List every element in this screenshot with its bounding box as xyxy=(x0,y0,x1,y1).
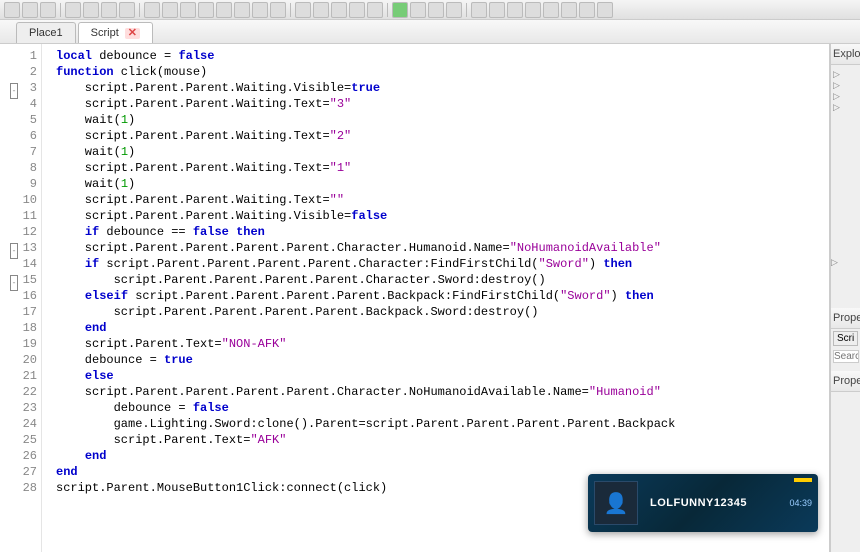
toolbar-button[interactable] xyxy=(198,2,214,18)
main-toolbar xyxy=(0,0,860,20)
notification-time: 04:39 xyxy=(789,498,812,508)
tab-label: Place1 xyxy=(29,27,63,39)
toolbar-button[interactable] xyxy=(252,2,268,18)
toolbar-button[interactable] xyxy=(489,2,505,18)
toolbar-button[interactable] xyxy=(22,2,38,18)
toolbar-button[interactable] xyxy=(367,2,383,18)
avatar: 👤 xyxy=(594,481,638,525)
toolbar-button[interactable] xyxy=(295,2,311,18)
toolbar-button[interactable] xyxy=(119,2,135,18)
tab-script[interactable]: Script ✕ xyxy=(78,22,153,43)
tree-expand-icon[interactable]: ▷ xyxy=(831,257,860,268)
toolbar-button[interactable] xyxy=(83,2,99,18)
toolbar-button[interactable] xyxy=(270,2,286,18)
toolbar-button[interactable] xyxy=(525,2,541,18)
toolbar-button[interactable] xyxy=(101,2,117,18)
search-input[interactable] xyxy=(833,350,859,363)
toolbar-button[interactable] xyxy=(162,2,178,18)
close-icon[interactable]: ✕ xyxy=(125,28,140,39)
toolbar-button[interactable] xyxy=(180,2,196,18)
toolbar-button[interactable] xyxy=(331,2,347,18)
toolbar-button[interactable] xyxy=(597,2,613,18)
toolbar-button[interactable] xyxy=(579,2,595,18)
properties-header[interactable]: Prope xyxy=(831,308,860,329)
toolbar-button[interactable] xyxy=(543,2,559,18)
tab-place1[interactable]: Place1 xyxy=(16,22,76,43)
tab-bar: Place1 Script ✕ xyxy=(0,20,860,44)
play-button[interactable] xyxy=(392,2,408,18)
toolbar-button[interactable] xyxy=(428,2,444,18)
script-button[interactable]: Scri xyxy=(833,331,858,346)
toolbar-button[interactable] xyxy=(446,2,462,18)
toolbar-button[interactable] xyxy=(40,2,56,18)
tree-expand-icon[interactable]: ▷ xyxy=(833,69,858,80)
tab-label: Script xyxy=(91,27,119,39)
properties-header-2[interactable]: Prope xyxy=(831,371,860,392)
friend-notification[interactable]: 👤 LOLFUNNY12345 04:39 xyxy=(588,474,818,532)
toolbar-button[interactable] xyxy=(234,2,250,18)
toolbar-button[interactable] xyxy=(561,2,577,18)
toolbar-button[interactable] xyxy=(410,2,426,18)
explorer-header[interactable]: Explo xyxy=(831,44,860,65)
toolbar-button[interactable] xyxy=(349,2,365,18)
toolbar-button[interactable] xyxy=(507,2,523,18)
notification-username: LOLFUNNY12345 xyxy=(650,497,781,509)
toolbar-button[interactable] xyxy=(65,2,81,18)
line-gutter: 12-3456789101112-1314-151617181920212223… xyxy=(0,44,42,552)
toolbar-button[interactable] xyxy=(216,2,232,18)
notification-accent xyxy=(794,478,812,482)
tree-expand-icon[interactable]: ▷ xyxy=(833,102,858,113)
toolbar-button[interactable] xyxy=(4,2,20,18)
tree-expand-icon[interactable]: ▷ xyxy=(833,80,858,91)
toolbar-button[interactable] xyxy=(313,2,329,18)
toolbar-button[interactable] xyxy=(471,2,487,18)
side-panel: Explo ▷ ▷ ▷ ▷ ▷ Prope Scri Prope xyxy=(830,44,860,552)
toolbar-button[interactable] xyxy=(144,2,160,18)
tree-expand-icon[interactable]: ▷ xyxy=(833,91,858,102)
